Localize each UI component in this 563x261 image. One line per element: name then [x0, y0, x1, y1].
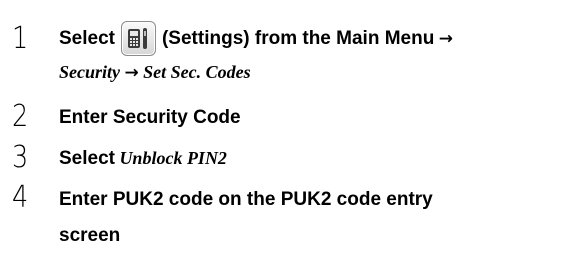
menu-arrow: →	[124, 63, 139, 83]
instruction-steps: 1 Select (Settings) from the Main Menu →…	[0, 0, 563, 261]
step-number: 3	[12, 140, 29, 175]
step-number: 1	[12, 21, 29, 56]
menu-item-set-sec-codes: Set Sec. Codes	[143, 62, 251, 82]
step-3-line-1: Select Unblock PIN2	[59, 148, 227, 170]
step-4-line-1: Enter PUK2 code on the PUK2 code entry	[59, 189, 433, 211]
step-4-line-2: screen	[59, 225, 120, 247]
step-number: 2	[12, 99, 29, 134]
step-4-text-line-2: screen	[59, 225, 121, 246]
step-3-action: Select	[59, 148, 115, 169]
step-4-text-line-1: Enter PUK2 code on the PUK2 code entry	[59, 189, 433, 210]
menu-item-security: Security	[59, 62, 120, 82]
step-1-line-2: Security → Set Sec. Codes	[59, 62, 251, 83]
step-2-text: Enter Security Code	[59, 107, 241, 128]
step-1-action: Select	[59, 28, 115, 49]
step-2-line-1: Enter Security Code	[59, 107, 241, 129]
step-number: 4	[12, 180, 29, 215]
step-1-line-1: Select (Settings) from the Main Menu →	[59, 21, 454, 57]
settings-icon	[120, 21, 156, 57]
menu-item-unblock-pin2: Unblock PIN2	[119, 148, 227, 168]
menu-arrow: →	[438, 29, 454, 49]
settings-caption: (Settings) from the Main Menu	[161, 28, 435, 49]
